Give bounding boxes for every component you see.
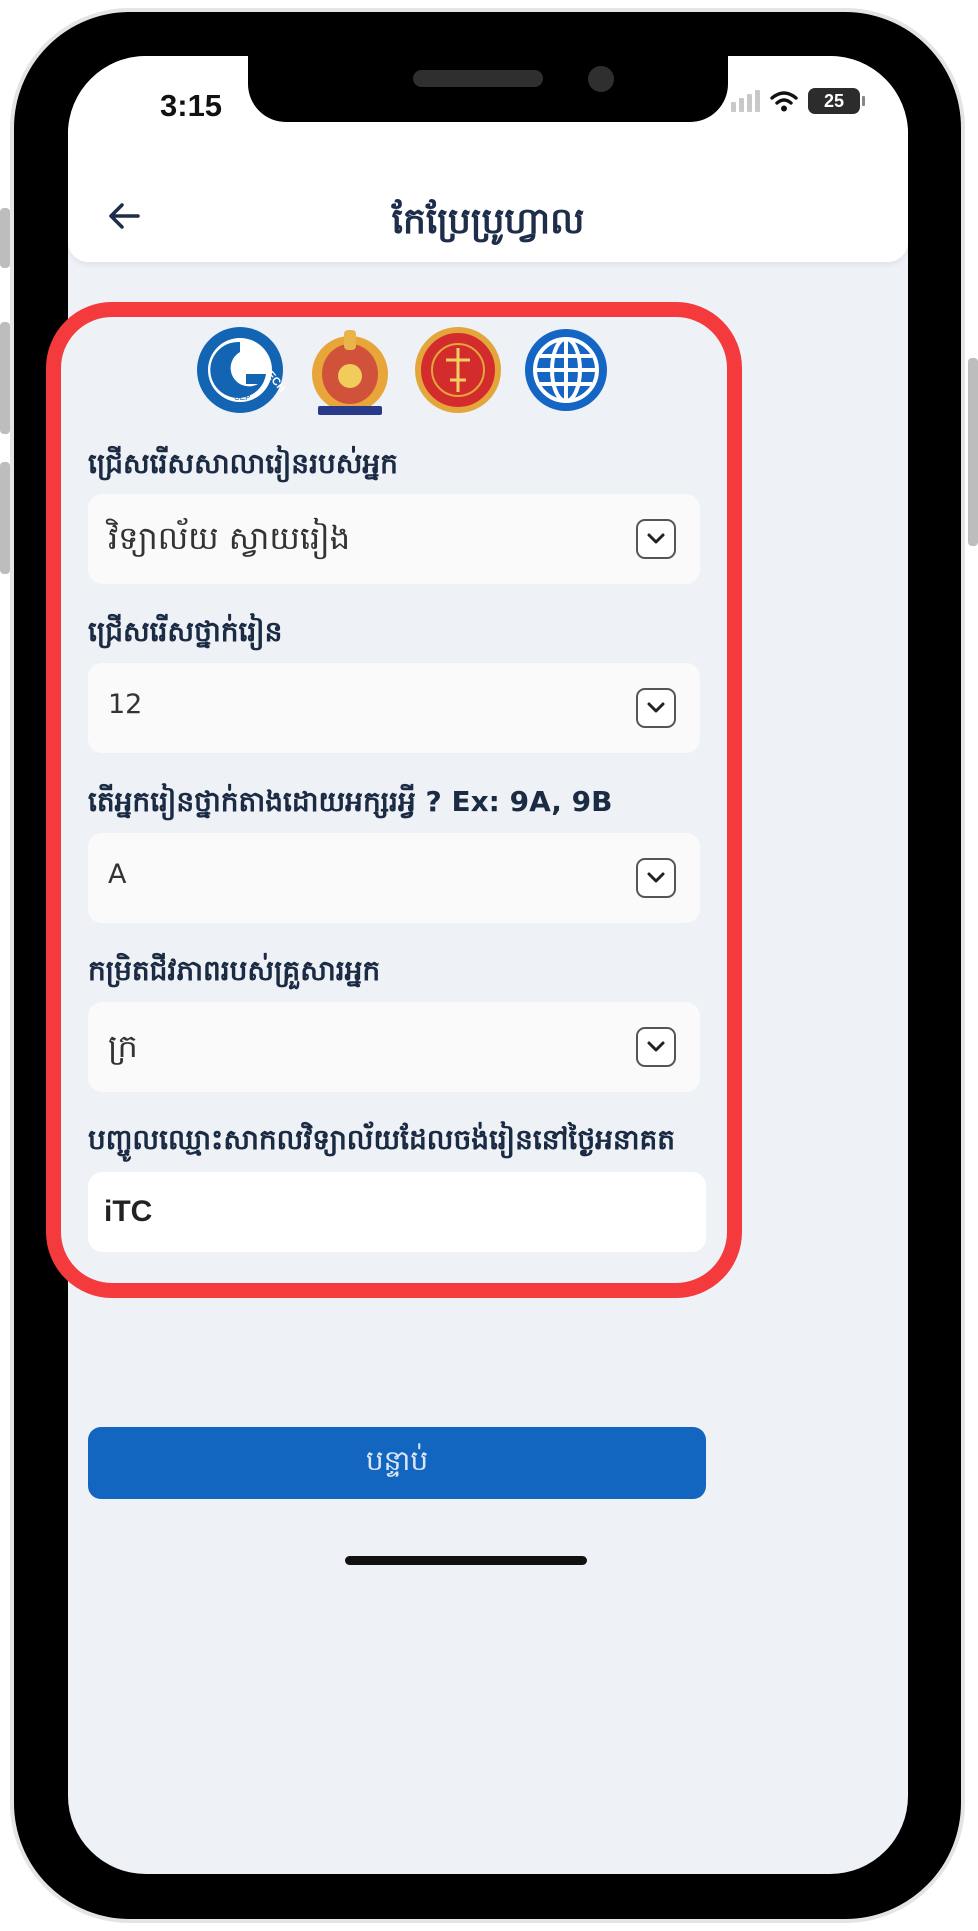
school-label: ជ្រើសរើសសាលារៀនរបស់អ្នក <box>88 447 398 480</box>
university-label: បញ្ចូលឈ្មោះសាកលវិទ្យាល័យដែលចង់រៀននៅថ្ងៃអ… <box>88 1123 676 1156</box>
signal-icon <box>731 90 760 112</box>
chevron-down-icon[interactable] <box>636 519 676 559</box>
speaker <box>413 70 543 87</box>
home-indicator[interactable] <box>345 1556 587 1565</box>
chevron-down-icon[interactable] <box>636 1027 676 1067</box>
cep-logo-text: CEP <box>234 393 250 402</box>
grade-label: ជ្រើសរើសថ្នាក់រៀន <box>88 615 283 648</box>
grade-select-value: 12 <box>108 689 143 720</box>
phone-volume-up-button <box>0 322 10 434</box>
page-title: កែប្រែប្រូហ្វាល <box>391 201 585 242</box>
class-letter-label: តើអ្នករៀនថ្នាក់តាងដោយអក្សរអ្វី ? Ex: 9A,… <box>88 785 613 818</box>
next-button[interactable]: បន្ទាប់ <box>88 1427 706 1499</box>
wifi-icon <box>770 91 798 112</box>
party-emblem-logo <box>415 327 501 413</box>
status-time: 3:15 <box>160 88 223 123</box>
notch <box>248 56 728 122</box>
phone-side-button <box>0 208 10 268</box>
school-select[interactable]: វិទ្យាល័យ ស្វាយរៀង <box>88 494 700 584</box>
family-status-select[interactable]: ក្រ <box>88 1002 700 1092</box>
phone-power-button <box>968 358 978 546</box>
class-letter-select[interactable]: A <box>88 833 700 923</box>
family-status-select-value: ក្រ <box>108 1027 138 1065</box>
front-camera <box>588 66 614 92</box>
chevron-down-icon[interactable] <box>636 688 676 728</box>
ministry-seal-logo <box>312 330 388 415</box>
chevron-down-icon[interactable] <box>636 858 676 898</box>
logo-row: EDTECH CEP <box>194 322 614 418</box>
university-input[interactable] <box>88 1172 706 1252</box>
grade-select[interactable]: 12 <box>88 663 700 753</box>
battery-icon: 25 <box>808 88 865 114</box>
app-header: កែប្រែប្រូហ្វាល <box>68 156 908 262</box>
edtech-logo: EDTECH CEP <box>197 327 286 413</box>
status-icons: 25 <box>731 88 865 114</box>
globe-logo <box>525 329 607 411</box>
family-status-label: កម្រិតជីវភាពរបស់គ្រួសារអ្នក <box>88 954 381 987</box>
phone-volume-down-button <box>0 462 10 574</box>
class-letter-select-value: A <box>108 859 127 890</box>
school-select-value: វិទ្យាល័យ ស្វាយរៀង <box>108 519 351 557</box>
